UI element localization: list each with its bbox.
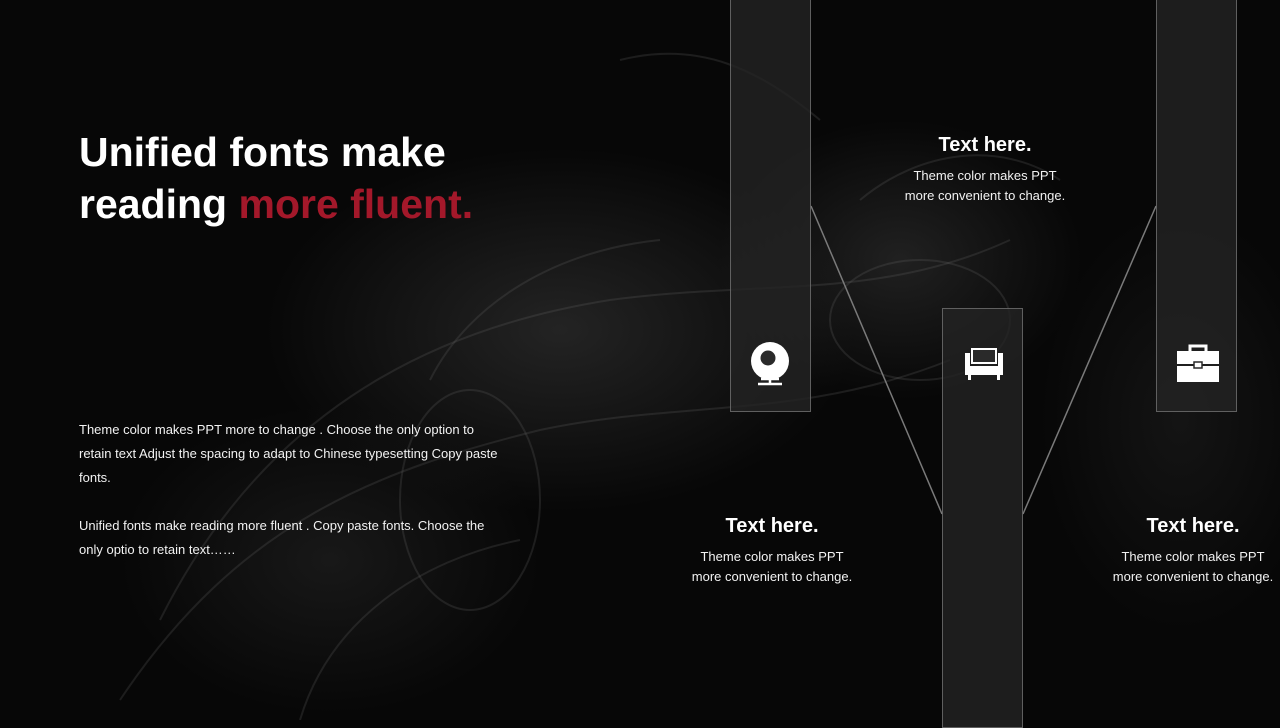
feature-bar-2 xyxy=(942,308,1023,728)
page-title: Unified fonts make reading more fluent. xyxy=(79,126,619,230)
feature-description-2: Theme color makes PPT more convenient to… xyxy=(691,549,853,584)
feature-text-1: Text here. Theme color makes PPT more co… xyxy=(900,132,1070,206)
feature-title-1: Text here. xyxy=(938,134,1032,156)
armchair-icon xyxy=(965,348,1003,380)
body-paragraph-2: Unified fonts make reading more fluent .… xyxy=(79,518,485,557)
feature-title-3: Text here. xyxy=(1146,515,1240,537)
background-image xyxy=(0,0,1280,720)
body-paragraph-1: Theme color makes PPT more to change . C… xyxy=(79,422,498,485)
feature-text-2: Text here. Theme color makes PPT more co… xyxy=(687,513,857,587)
feature-bar-1 xyxy=(730,0,811,412)
feature-bar-3 xyxy=(1156,0,1237,412)
title-line-1: Unified fonts make xyxy=(79,129,446,175)
toolbox-icon xyxy=(1177,344,1219,382)
feature-text-3: Text here. Theme color makes PPT more co… xyxy=(1108,513,1278,587)
title-accent-text: more fluent. xyxy=(238,181,474,227)
feature-description-3: Theme color makes PPT more convenient to… xyxy=(1112,549,1274,584)
title-line-2: reading xyxy=(79,181,239,227)
webcam-icon xyxy=(751,342,789,386)
feature-title-2: Text here. xyxy=(725,515,819,537)
feature-description-1: Theme color makes PPT more convenient to… xyxy=(904,168,1066,203)
